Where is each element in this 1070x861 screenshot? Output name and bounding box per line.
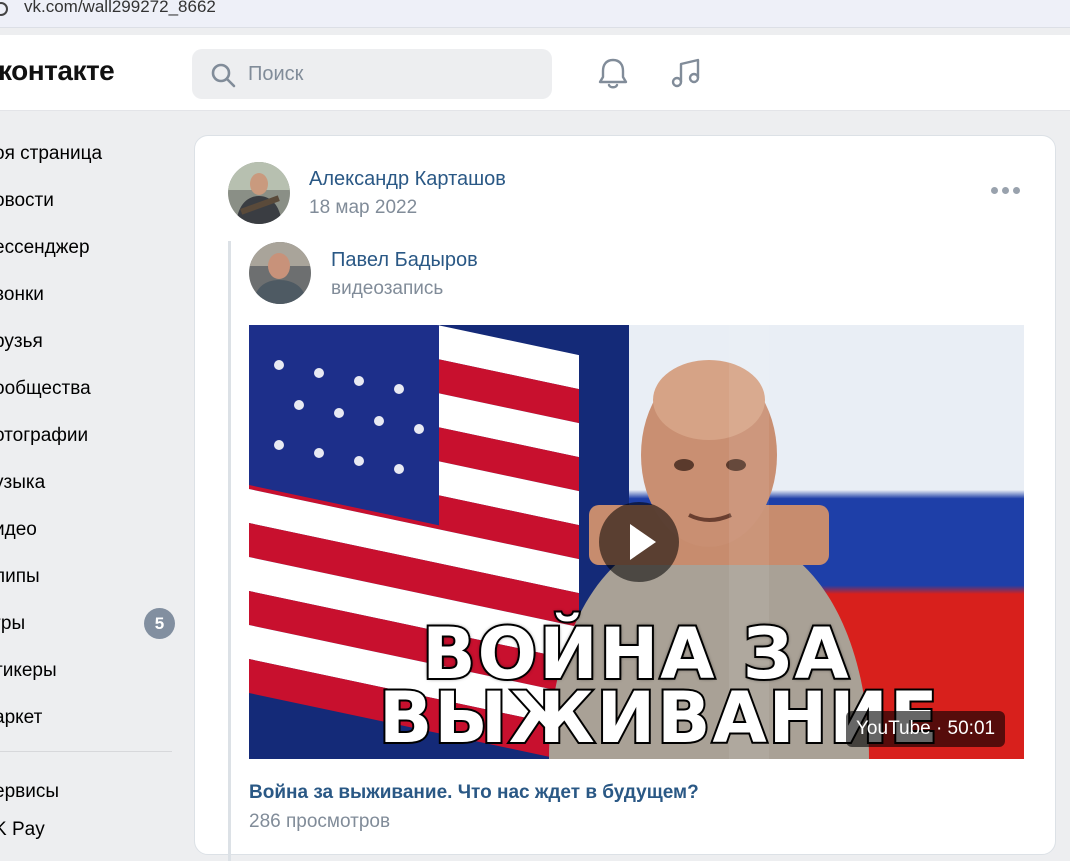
sidebar-item-communities[interactable]: ообщества [0, 365, 185, 412]
music-note-icon[interactable] [668, 55, 704, 91]
video-player[interactable]: ВОЙНА ЗА ВЫЖИВАНИЕ YouTube · 50:01 [249, 325, 1024, 759]
play-button[interactable] [599, 502, 679, 582]
sidebar-item-video[interactable]: идео [0, 506, 185, 553]
sidebar-item-news[interactable]: овости [0, 177, 185, 224]
sidebar-item-label: аркет [0, 706, 43, 728]
sidebar-item-label: ессенджер [0, 236, 90, 258]
sidebar-item-label: ообщества [0, 377, 91, 399]
video-views: 286 просмотров [249, 811, 391, 832]
repost-indicator [228, 241, 231, 861]
sidebar-item-my-page[interactable]: оя страница [0, 130, 185, 177]
author-avatar[interactable] [228, 162, 290, 224]
sidebar-item-label: вонки [0, 283, 44, 305]
counter-badge: 5 [144, 608, 175, 639]
sidebar-item-services[interactable]: ервисы [0, 768, 185, 815]
sidebar-divider [0, 751, 172, 752]
left-sidebar: оя страница овости ессенджер вонки рузья… [0, 130, 185, 845]
sidebar-item-label: отографии [0, 424, 89, 446]
sidebar-item-vk-pay[interactable]: K Pay [0, 815, 185, 845]
sidebar-item-games[interactable]: гры 5 [0, 600, 185, 647]
sidebar-item-calls[interactable]: вонки [0, 271, 185, 318]
repost-subtitle: видеозапись [331, 278, 444, 299]
sidebar-item-label: узыка [0, 471, 46, 493]
avatar-image [249, 242, 311, 304]
sidebar-item-label: рузья [0, 330, 43, 352]
repost-author-avatar[interactable] [249, 242, 311, 304]
video-source-duration: YouTube · 50:01 [846, 711, 1006, 747]
avatar-image [228, 162, 290, 224]
sidebar-item-label: тикеры [0, 659, 57, 681]
vk-logo[interactable]: контакте [0, 55, 115, 87]
sidebar-item-friends[interactable]: рузья [0, 318, 185, 365]
sidebar-item-messenger[interactable]: ессенджер [0, 224, 185, 271]
sidebar-item-label: липы [0, 565, 40, 587]
sidebar-item-stickers[interactable]: тикеры [0, 647, 185, 694]
browser-url-bar[interactable]: vk.com/wall299272_8662 [0, 0, 1070, 28]
wall-post: Александр Карташов 18 мар 2022 Павел Бад… [194, 135, 1056, 861]
sidebar-item-label: ервисы [0, 780, 59, 802]
more-options-icon[interactable] [991, 184, 1021, 196]
sidebar-item-label: K Pay [0, 819, 45, 840]
url-text[interactable]: vk.com/wall299272_8662 [24, 0, 216, 17]
sidebar-item-label: гры [0, 612, 26, 634]
site-info-icon[interactable] [0, 2, 8, 16]
sidebar-item-photos[interactable]: отографии [0, 412, 185, 459]
sidebar-item-clips[interactable]: липы [0, 553, 185, 600]
post-date[interactable]: 18 мар 2022 [309, 197, 417, 219]
bell-icon[interactable] [595, 55, 631, 91]
repost-author-link[interactable]: Павел Бадыров [331, 249, 478, 272]
sidebar-item-label: оя страница [0, 142, 103, 164]
search-input[interactable] [248, 61, 538, 87]
video-title-link[interactable]: Война за выживание. Что нас ждет в будущ… [249, 782, 699, 804]
sidebar-item-label: овости [0, 189, 54, 211]
vk-header: контакте [0, 35, 1070, 111]
sidebar-item-market[interactable]: аркет [0, 694, 185, 741]
post-author-link[interactable]: Александр Карташов [309, 168, 506, 191]
sidebar-item-label: идео [0, 518, 37, 540]
search-icon [211, 63, 236, 88]
search-box[interactable] [192, 49, 552, 99]
sidebar-item-music[interactable]: узыка [0, 459, 185, 506]
